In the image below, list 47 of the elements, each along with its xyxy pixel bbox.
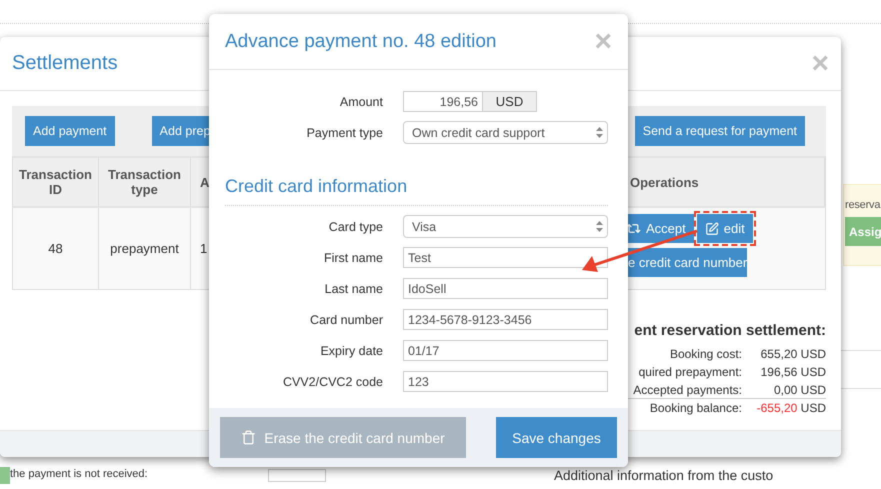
field-label: Card type (328, 220, 383, 234)
summary-value: -655,20 USD (756, 400, 826, 414)
summary-title: ent reservation settlement: (634, 322, 826, 339)
input-field[interactable]: 123 (403, 371, 608, 392)
notice-text: reserva (845, 199, 881, 211)
edit-button[interactable]: edit (696, 214, 753, 243)
select-arrows-icon (596, 221, 603, 232)
input-field[interactable]: Test (403, 247, 608, 268)
table-cell: 48 (13, 208, 99, 289)
field-label: Card number (309, 312, 383, 326)
toolbar-button[interactable]: Add payment (25, 116, 115, 146)
payment-note: the payment is not received: (10, 468, 149, 480)
table-cell: prepayment (99, 208, 191, 289)
erase-button[interactable]: Erase the credit card number (220, 417, 466, 458)
summary-label: Booking cost: (668, 346, 742, 360)
input-field[interactable] (268, 469, 326, 482)
pen-icon (704, 222, 719, 236)
select-arrows-icon (596, 127, 603, 138)
window-title: Settlements (12, 52, 118, 75)
field-label: Expiry date (319, 344, 383, 358)
field-label: Last name (324, 282, 383, 296)
amount-field[interactable]: 196,56 (403, 91, 483, 112)
select-field[interactable]: Own credit card support (403, 121, 608, 144)
input-field[interactable]: IdoSell (403, 278, 608, 299)
input-field[interactable]: 01/17 (403, 340, 608, 361)
summary-value: 196,56 USD (760, 364, 826, 378)
summary-value: 0,00 USD (772, 382, 826, 396)
input-field[interactable]: 1234-5678-9123-3456 (403, 309, 608, 330)
dialog-title: Advance payment no. 48 edition (225, 30, 496, 52)
info-heading: Additional information from the custo (554, 468, 774, 484)
column-header: Transaction type (99, 156, 191, 208)
field-label: First name (322, 250, 383, 264)
field-label: Payment type (306, 126, 383, 140)
summary-label: Booking balance: (648, 400, 742, 414)
summary-label: quired prepayment: (638, 364, 742, 378)
trash-icon (241, 430, 256, 445)
section-heading: Credit card information (225, 176, 608, 206)
toolbar-button[interactable]: Send a request for payment (634, 116, 805, 146)
summary-label: Accepted payments: (632, 382, 742, 396)
select-field[interactable]: Visa (403, 215, 608, 238)
field-label: Amount (338, 94, 383, 108)
assign-button[interactable]: Assig (845, 217, 881, 246)
column-header: Transaction ID (13, 156, 99, 208)
field-label: CVV2/CVC2 code (282, 374, 383, 388)
currency-addon: USD (483, 91, 537, 112)
save-button[interactable]: Save changes (496, 417, 617, 458)
summary-value: 655,20 USD (760, 346, 826, 360)
